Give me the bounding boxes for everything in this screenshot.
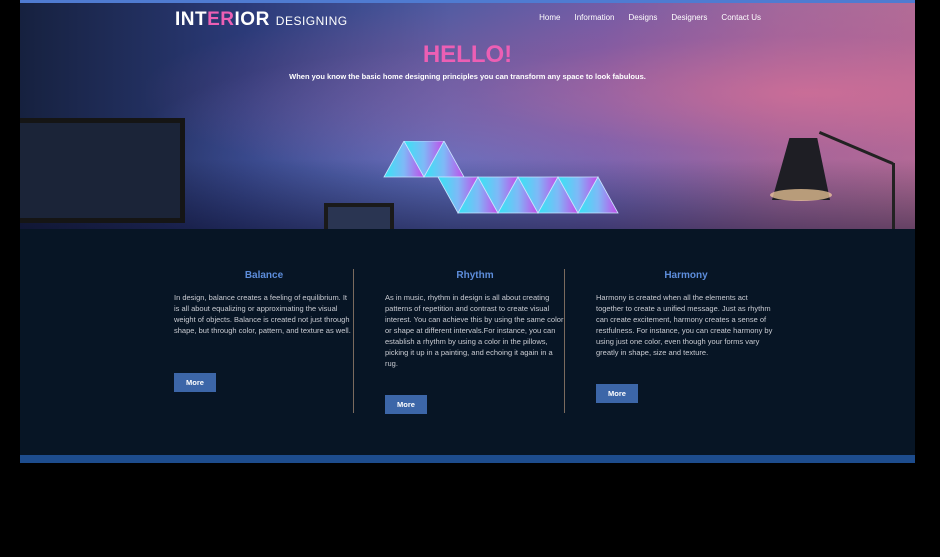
page: INTERIOR DESIGNING Home Information Desig… (20, 0, 915, 463)
nav-designs[interactable]: Designs (629, 13, 658, 22)
site-logo[interactable]: INTERIOR DESIGNING (175, 9, 348, 31)
lamp-pole (892, 163, 895, 233)
logo-main: INTERIOR (175, 9, 270, 30)
nav-contact-us[interactable]: Contact Us (721, 13, 761, 22)
hero-title: HELLO! (422, 41, 513, 68)
nav-home[interactable]: Home (539, 13, 560, 22)
lamp-glow (770, 189, 832, 201)
nav-designers[interactable]: Designers (671, 13, 707, 22)
harmony-more-button[interactable]: More (596, 384, 638, 403)
logo-sub: DESIGNING (275, 14, 348, 28)
features-section: Balance In design, balance creates a fee… (20, 229, 915, 455)
feature-title: Rhythm (456, 270, 494, 281)
balance-more-button[interactable]: More (174, 373, 216, 392)
rhythm-more-button[interactable]: More (385, 395, 427, 414)
wall-picture-frame (20, 118, 185, 223)
bottom-accent-bar (20, 455, 915, 463)
logo-part-3: IOR (234, 9, 270, 30)
column-divider (564, 269, 565, 413)
feature-text: In design, balance creates a feeling of … (174, 293, 351, 335)
hero-section: INTERIOR DESIGNING Home Information Desig… (20, 3, 915, 237)
nav-information[interactable]: Information (574, 13, 614, 22)
main-nav: Home Information Designs Designers Conta… (539, 13, 761, 22)
feature-title: Harmony (664, 270, 708, 281)
feature-text: As in music, rhythm in design is all abo… (385, 293, 564, 368)
feature-text: Harmony is created when all the elements… (596, 293, 773, 357)
light-panels-icon (382, 141, 632, 221)
logo-part-2: ER (207, 9, 235, 30)
feature-title: Balance (244, 270, 284, 281)
column-divider (353, 269, 354, 413)
logo-part-1: INT (175, 9, 208, 30)
hero-tagline: When you know the basic home designing p… (289, 72, 646, 81)
